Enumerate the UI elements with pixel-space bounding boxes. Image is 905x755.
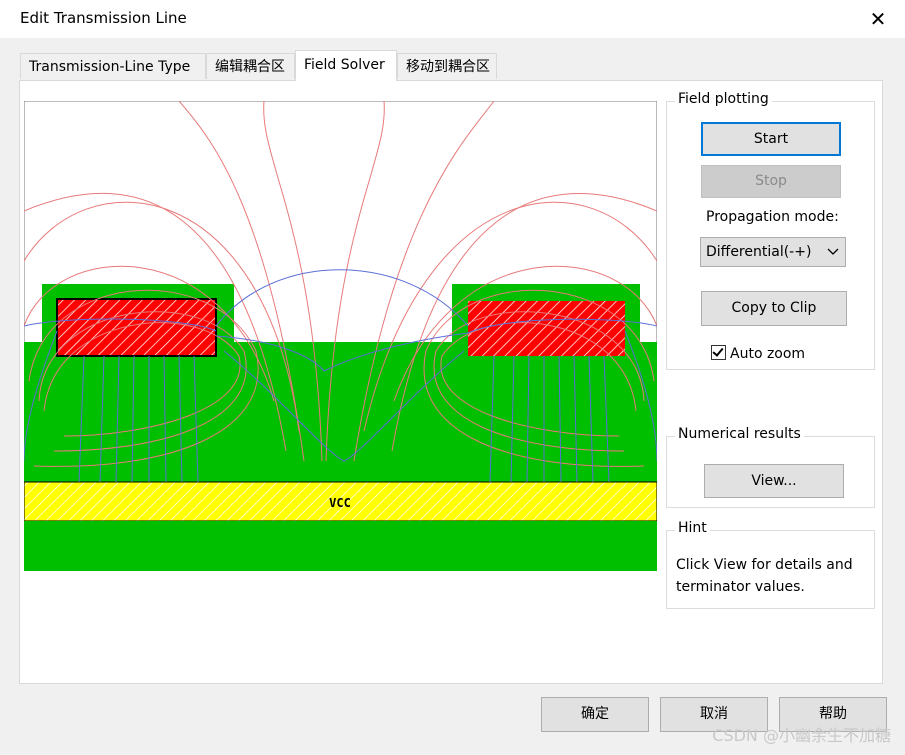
stop-button[interactable]: Stop [701,165,841,198]
field-solver-canvas: VCC [24,101,657,571]
propagation-mode-label: Propagation mode: [706,209,839,225]
hint-text: Click View for details and terminator va… [676,554,853,598]
hint-line-1: Click View for details and [676,557,853,573]
tab-move-to-coupling-region[interactable]: 移动到耦合区 [397,53,497,79]
hint-line-2: terminator values. [676,579,805,595]
vcc-label: VCC [329,496,351,510]
copy-to-clip-button[interactable]: Copy to Clip [701,291,847,326]
numerical-results-title: Numerical results [675,426,804,442]
hint-title: Hint [675,520,710,536]
edit-transmission-line-dialog: Edit Transmission Line ✕ Transmission-Li… [0,0,905,755]
ok-button[interactable]: 确定 [541,697,649,732]
trace-left [56,298,217,357]
tab-transmission-line-type[interactable]: Transmission-Line Type [20,53,206,79]
field-plotting-title: Field plotting [675,91,772,107]
close-icon[interactable]: ✕ [865,6,891,32]
chevron-down-icon [827,238,839,276]
watermark: CSDN @小幽余生不加糖 [712,726,891,745]
auto-zoom-checkbox[interactable]: Auto zoom [711,345,805,362]
auto-zoom-label: Auto zoom [730,346,806,362]
checkbox-checked-icon [711,345,726,360]
title-bar: Edit Transmission Line ✕ [0,0,905,38]
start-button[interactable]: Start [701,122,841,156]
bottom-dielectric [24,521,657,571]
propagation-mode-value: Differential(-+) [706,244,812,260]
propagation-mode-select[interactable]: Differential(-+) [700,237,846,267]
window-title: Edit Transmission Line [20,9,187,27]
view-button[interactable]: View... [704,464,844,498]
tab-edit-coupling-region[interactable]: 编辑耦合区 [206,53,295,79]
tab-field-solver[interactable]: Field Solver [295,50,397,81]
